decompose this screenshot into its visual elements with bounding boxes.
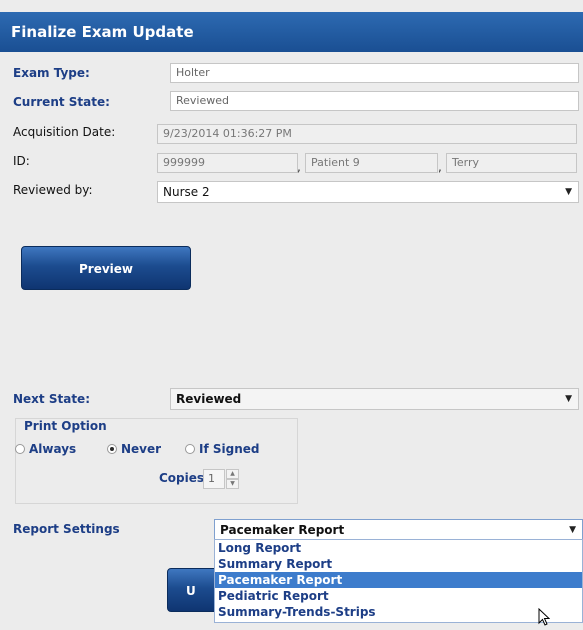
chevron-down-icon: ▼ — [565, 394, 572, 404]
dropdown-option[interactable]: Summary Report — [215, 556, 582, 572]
radio-always[interactable]: Always — [15, 442, 76, 456]
copies-label: Copies — [159, 471, 205, 485]
radio-never-label: Never — [121, 442, 162, 456]
dialog-title: Finalize Exam Update — [0, 12, 583, 52]
radio-if-signed[interactable]: If Signed — [185, 442, 259, 456]
exam-type-label: Exam Type: — [13, 66, 90, 80]
report-settings-dropdown-list[interactable]: Long Report Summary Report Pacemaker Rep… — [214, 539, 583, 623]
radio-always-label: Always — [29, 442, 77, 456]
radio-circle-icon — [185, 444, 195, 454]
preview-button[interactable]: Preview — [21, 246, 191, 290]
chevron-down-icon: ▼ — [569, 525, 576, 535]
radio-selected-icon — [107, 444, 117, 454]
report-settings-label: Report Settings — [13, 522, 120, 536]
copies-stepper[interactable]: 1 ▲ ▼ — [203, 469, 241, 489]
id-separator-1: , — [297, 160, 301, 174]
dropdown-option[interactable]: Long Report — [215, 540, 582, 556]
dropdown-option[interactable]: Summary-Trends-Strips — [215, 604, 582, 620]
reviewed-by-value: Nurse 2 — [163, 185, 210, 199]
patient-first-name-field: Terry — [446, 153, 577, 173]
next-state-value: Reviewed — [176, 392, 242, 406]
acquisition-date-field: 9/23/2014 01:36:27 PM — [157, 124, 577, 144]
dropdown-option[interactable]: Pediatric Report — [215, 588, 582, 604]
next-state-label: Next State: — [13, 392, 90, 406]
current-state-field[interactable]: Reviewed — [170, 91, 579, 111]
reviewed-by-label: Reviewed by: — [13, 183, 93, 197]
stepper-down-icon[interactable]: ▼ — [226, 479, 239, 489]
id-separator-2: , — [438, 160, 442, 174]
patient-last-name-field: Patient 9 — [305, 153, 438, 173]
report-settings-select[interactable]: Pacemaker Report ▼ — [214, 519, 583, 541]
radio-if-signed-label: If Signed — [199, 442, 260, 456]
clipped-header-strip — [0, 0, 583, 12]
current-state-label: Current State: — [13, 95, 110, 109]
id-number-field: 999999 — [157, 153, 298, 173]
id-label: ID: — [13, 154, 30, 168]
stepper-up-icon[interactable]: ▲ — [226, 469, 239, 479]
exam-type-field[interactable]: Holter — [170, 63, 579, 83]
print-option-title: Print Option — [24, 419, 107, 433]
copies-value[interactable]: 1 — [203, 469, 225, 489]
reviewed-by-select[interactable]: Nurse 2 ▼ — [157, 181, 579, 203]
report-settings-value: Pacemaker Report — [220, 523, 345, 537]
radio-never[interactable]: Never — [107, 442, 161, 456]
radio-circle-icon — [15, 444, 25, 454]
next-state-select[interactable]: Reviewed ▼ — [170, 388, 579, 410]
dropdown-option-selected[interactable]: Pacemaker Report — [215, 572, 582, 588]
acquisition-date-label: Acquisition Date: — [13, 125, 116, 139]
chevron-down-icon: ▼ — [565, 187, 572, 197]
